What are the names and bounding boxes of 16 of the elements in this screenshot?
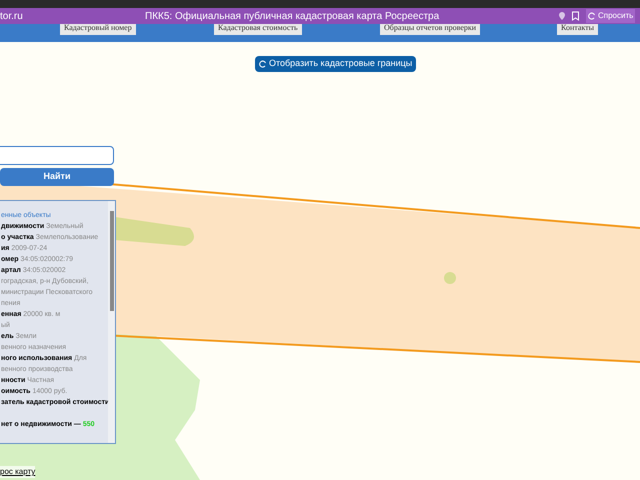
nav-button[interactable]: Кадастровая стоимость bbox=[214, 24, 302, 35]
nav-button[interactable]: Контакты bbox=[557, 24, 598, 35]
scrollbar[interactable] bbox=[108, 201, 115, 443]
ask-button[interactable]: Спросить bbox=[586, 9, 636, 23]
map-link[interactable]: рос карту bbox=[0, 466, 36, 478]
page-title: ПКК5: Официальная публичная кадастровая карта Росреестра bbox=[145, 10, 440, 24]
nav-button[interactable]: Кадастровый номер bbox=[60, 24, 136, 35]
site-address: tor.ru bbox=[0, 10, 24, 24]
show-borders-button[interactable]: Отобразить кадастровые границы bbox=[255, 56, 416, 72]
bookmark-icon[interactable] bbox=[571, 11, 580, 21]
refresh-icon bbox=[588, 12, 596, 20]
refresh-icon bbox=[259, 60, 267, 68]
nav-button[interactable]: Образцы отчетов проверки bbox=[380, 24, 480, 35]
find-button[interactable]: Найти bbox=[0, 168, 114, 186]
location-icon[interactable] bbox=[557, 11, 567, 21]
search-field[interactable] bbox=[0, 146, 114, 165]
